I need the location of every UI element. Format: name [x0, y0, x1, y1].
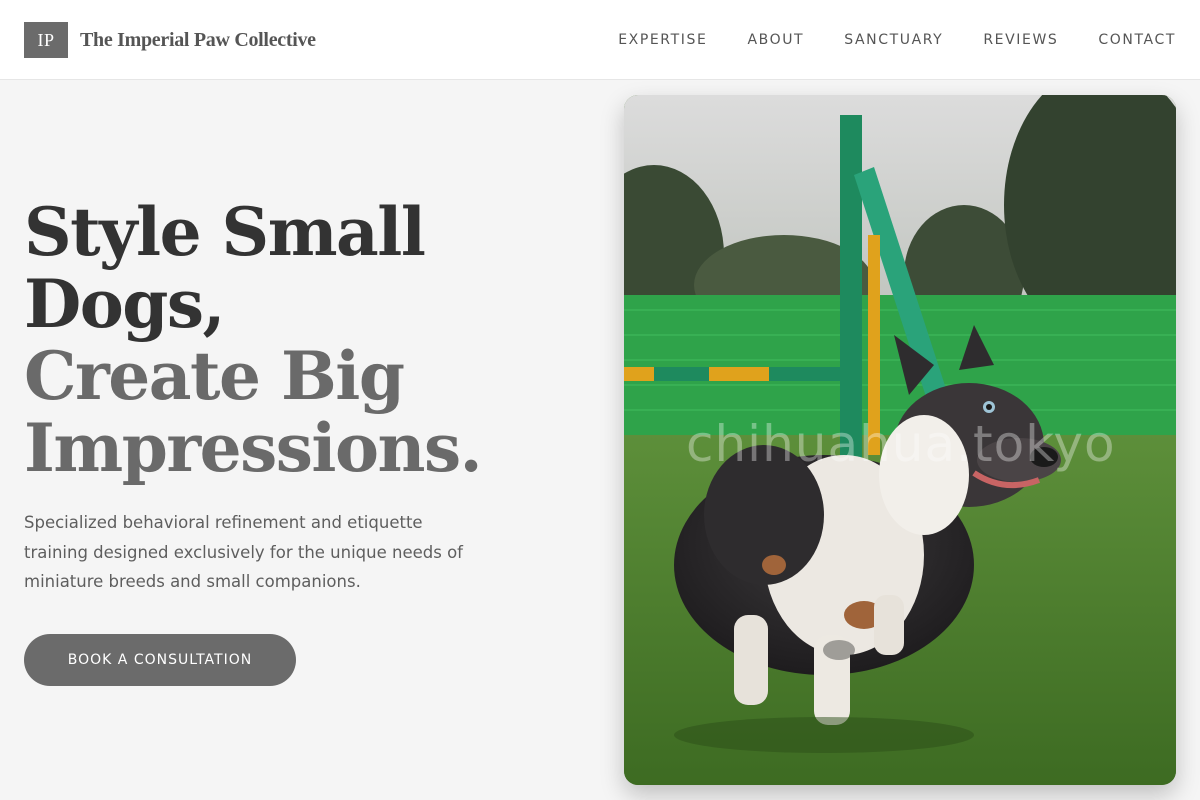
headline-line-2: Dogs,	[24, 265, 226, 343]
hero-headline: Style Small Dogs, Create Big Impressions…	[24, 196, 494, 484]
hero-photo: chihuahua.tokyo	[624, 95, 1176, 785]
book-consultation-button[interactable]: BOOK A CONSULTATION	[24, 634, 296, 686]
headline-line-3: Create Big	[24, 337, 405, 415]
site-header: IP The Imperial Paw Collective EXPERTISE…	[0, 0, 1200, 80]
nav-link-sanctuary[interactable]: SANCTUARY	[844, 32, 943, 48]
logo-monogram: IP	[24, 22, 68, 58]
headline-line-4: Impressions.	[24, 409, 483, 487]
main-nav: EXPERTISE ABOUT SANCTUARY REVIEWS CONTAC…	[578, 0, 1176, 80]
headline-line-1: Style Small	[24, 193, 426, 271]
nav-link-expertise[interactable]: EXPERTISE	[618, 32, 707, 48]
logo[interactable]: IP The Imperial Paw Collective	[24, 22, 316, 58]
nav-link-contact[interactable]: CONTACT	[1098, 32, 1176, 48]
hero-subtext: Specialized behavioral refinement and et…	[24, 513, 463, 591]
photo-watermark: chihuahua.tokyo	[686, 415, 1116, 473]
nav-link-reviews[interactable]: REVIEWS	[983, 32, 1058, 48]
hero-section: Style Small Dogs, Create Big Impressions…	[24, 196, 494, 686]
brand-name: The Imperial Paw Collective	[80, 28, 316, 51]
nav-link-about[interactable]: ABOUT	[747, 32, 804, 48]
